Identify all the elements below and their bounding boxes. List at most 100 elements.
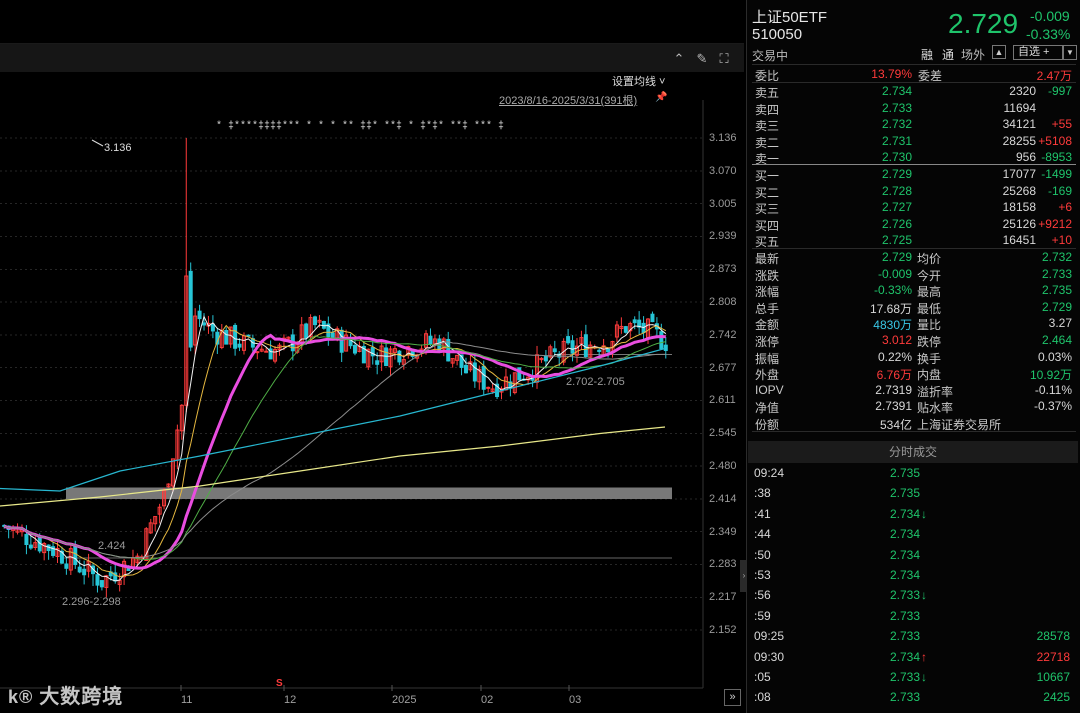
stat-label: 跌停 (917, 335, 942, 349)
candle-body (255, 351, 260, 354)
add-watchlist-button[interactable]: 自选 + (1013, 45, 1063, 60)
ask-level-label: 卖五 (755, 86, 780, 100)
price-tick-label: 2.283 (709, 558, 737, 571)
price-tick-label: 2.545 (709, 427, 737, 440)
ask-level-price[interactable]: 2.730 (852, 150, 912, 164)
price-tick-label: 2.873 (709, 263, 737, 276)
kline-chart[interactable]: * ‡****‡‡‡‡*** * * * ** ‡‡* **‡ * ‡*‡* *… (0, 0, 744, 713)
candle-body (384, 347, 389, 367)
high-annotation: 3.136 (104, 142, 132, 154)
candle-body (597, 349, 602, 352)
bid-level-change: +10 (1051, 233, 1072, 248)
tick-price: 2.733 (889, 608, 920, 623)
candle-body (321, 321, 326, 329)
stat-label: 涨停 (755, 335, 780, 349)
price-tick-label: 2.939 (709, 230, 737, 243)
bid-level-price[interactable]: 2.729 (852, 167, 912, 181)
stat-label: IOPV (755, 382, 784, 397)
date-tick-label: 03 (569, 694, 582, 706)
bid-level-label: 买三 (755, 202, 780, 217)
price-tick-label: 2.808 (709, 296, 737, 308)
ma20-line (3, 333, 666, 570)
tick-direction-icon: ↑ (921, 649, 927, 664)
watermark-logo: k® (8, 687, 34, 707)
bid-level-price[interactable]: 2.728 (852, 184, 912, 198)
candle-body (233, 324, 238, 349)
tick-price: 2.733 (889, 690, 920, 705)
margin-tag[interactable]: 融 (921, 46, 933, 63)
security-code: 510050 (752, 26, 803, 43)
ask-level-change: +55 (1051, 117, 1072, 132)
stat-label: 涨跌 (755, 268, 780, 283)
price-tick-label: 3.136 (709, 132, 737, 144)
stat-label: 量比 (917, 318, 942, 333)
tick-price: 2.734 (889, 527, 920, 542)
price-tick-label: 2.349 (709, 525, 737, 538)
candle-body (428, 335, 433, 345)
candle-body (82, 568, 87, 576)
connect-tag[interactable]: 通 (942, 46, 954, 63)
candle-body (352, 344, 357, 354)
last-price: 2.729 (948, 8, 1019, 39)
tick-price: 2.733 (889, 670, 920, 684)
candle-body (632, 319, 637, 324)
candle-body (397, 350, 402, 363)
candle-body (486, 386, 491, 389)
weibi-value: 13.79% (871, 67, 912, 81)
stat-label: 外盘 (755, 368, 780, 383)
price-tick-label: 3.070 (709, 164, 737, 177)
tick-direction-icon: ↓ (921, 506, 927, 521)
tick-trades-header[interactable]: 分时成交 (748, 441, 1078, 463)
price-tick-label: 2.152 (709, 624, 737, 636)
bid-level-price[interactable]: 2.726 (852, 217, 912, 231)
candle-body (313, 316, 318, 326)
date-tick-label: 12 (284, 694, 297, 706)
candle-body (570, 340, 575, 354)
stat-value: 2.729 (881, 250, 912, 264)
candle-body (28, 544, 33, 549)
tick-time: :41 (754, 506, 771, 521)
candle-body (375, 360, 380, 365)
candle-body (64, 563, 69, 569)
band-annotation: 2.424 (98, 540, 126, 552)
tick-time: :59 (754, 608, 771, 623)
tick-direction-icon: ↓ (921, 588, 927, 603)
candle-body (623, 326, 628, 333)
bell-icon[interactable]: ▲ (992, 45, 1006, 59)
ask-level-price[interactable]: 2.733 (852, 101, 912, 115)
divider (752, 64, 1076, 65)
stat-value: 2.732 (1041, 250, 1072, 264)
candle-body (202, 322, 207, 326)
candle-body (330, 332, 335, 338)
stat-value: -0.33% (873, 283, 912, 298)
bid-level-change: +9212 (1038, 216, 1072, 231)
price-tick-label: 2.742 (709, 328, 737, 341)
bid-level-price[interactable]: 2.727 (852, 200, 912, 214)
stat-label: 涨幅 (755, 285, 780, 300)
tick-volume: 28578 (1036, 629, 1070, 644)
otc-tag[interactable]: 场外 (961, 46, 985, 63)
stat-value: 2.7319 (875, 382, 912, 397)
signal-marker: S (276, 678, 283, 689)
expand-button[interactable]: » (724, 689, 741, 706)
candle-body (543, 355, 548, 362)
bid-level-price[interactable]: 2.725 (852, 233, 912, 247)
price-tick-label: 3.005 (709, 197, 737, 210)
bid-level-label: 买一 (755, 169, 780, 183)
ask-level-price[interactable]: 2.731 (852, 134, 912, 148)
ask-level-price[interactable]: 2.732 (852, 117, 912, 131)
stat-label: 内盘 (917, 368, 942, 383)
ask-level-change: -8953 (1041, 150, 1072, 165)
bid-level-label: 买二 (755, 185, 780, 200)
watchlist-dropdown[interactable]: ▼ (1063, 45, 1077, 60)
event-markers: * ‡****‡‡‡‡*** * * * ** ‡‡* **‡ * ‡*‡* *… (216, 120, 504, 132)
candle-body (77, 566, 82, 573)
price-tick-label: 2.480 (709, 460, 737, 472)
ask-level-price[interactable]: 2.734 (852, 84, 912, 98)
date-tick-label: 02 (481, 694, 494, 706)
stat-label: 最高 (917, 285, 942, 300)
tick-price: 2.734 (889, 649, 920, 664)
price-change-percent: -0.33% (1026, 26, 1071, 42)
high-annotation-arrow (91, 139, 104, 147)
candle-body (237, 343, 242, 348)
